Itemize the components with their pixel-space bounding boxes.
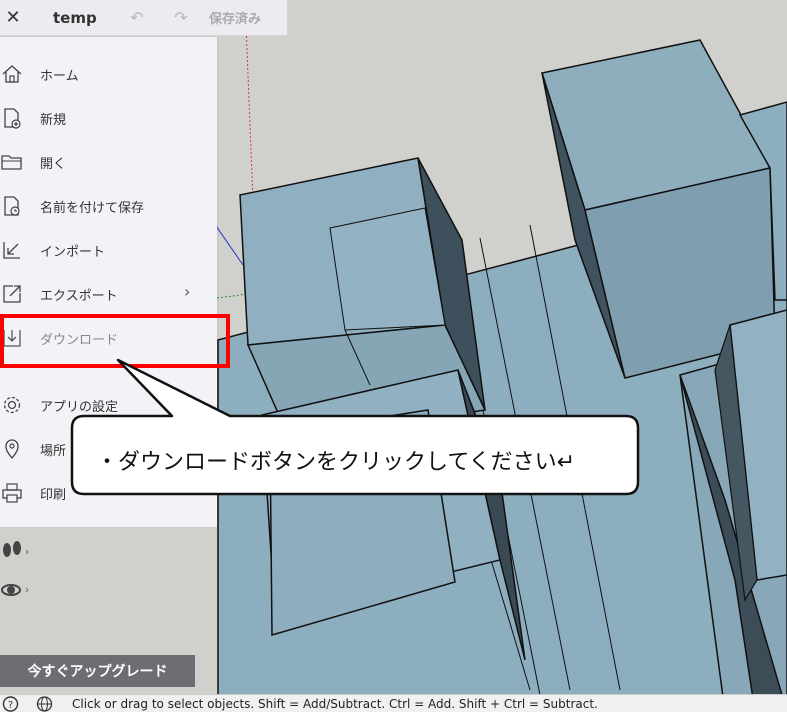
location-pin-icon bbox=[5, 439, 19, 459]
folder-open-icon bbox=[1, 155, 22, 170]
upgrade-now-button[interactable]: 今すぐアップグレード bbox=[0, 655, 195, 687]
menu-item-label: 印刷 bbox=[40, 488, 67, 503]
import-icon bbox=[3, 242, 20, 259]
globe-icon[interactable] bbox=[36, 695, 53, 712]
chevron-right-icon: › bbox=[184, 282, 191, 301]
menu-item-label: 新規 bbox=[40, 113, 67, 128]
left-toolbar bbox=[0, 530, 30, 610]
menu-item-open[interactable]: 開く bbox=[0, 146, 217, 176]
footprints-icon[interactable] bbox=[0, 538, 30, 564]
status-message: Click or drag to select objects. Shift =… bbox=[72, 697, 598, 711]
undo-icon[interactable]: ↶ bbox=[115, 8, 159, 27]
menu-item-label: 場所 bbox=[40, 444, 67, 459]
menu-item-save-as[interactable]: 名前を付けて保存 bbox=[0, 190, 217, 220]
save-status: 保存済み bbox=[209, 12, 262, 27]
home-icon bbox=[2, 65, 22, 83]
menu-item-print[interactable]: 印刷 bbox=[0, 477, 217, 507]
menu-item-label: 開く bbox=[40, 157, 67, 172]
redo-icon[interactable]: ↷ bbox=[159, 8, 203, 27]
top-bar: ✕ temp ↶ ↷ 保存済み bbox=[0, 0, 287, 36]
export-icon bbox=[3, 285, 21, 303]
orbit-icon[interactable] bbox=[0, 576, 30, 604]
download-highlight-box bbox=[0, 314, 230, 368]
new-file-icon bbox=[4, 108, 21, 129]
help-icon[interactable]: ? bbox=[2, 695, 19, 712]
menu-item-label: ホーム bbox=[40, 69, 79, 84]
menu-item-app-settings[interactable]: アプリの設定 bbox=[0, 389, 217, 419]
menu-item-home[interactable]: ホーム bbox=[0, 58, 217, 88]
status-bar: ? Click or drag to select objects. Shift… bbox=[0, 694, 787, 712]
close-icon[interactable]: ✕ bbox=[0, 7, 26, 28]
svg-text:?: ? bbox=[8, 700, 13, 711]
menu-item-export[interactable]: エクスポート › bbox=[0, 278, 217, 308]
menu-item-import[interactable]: インポート bbox=[0, 234, 217, 264]
document-title: temp bbox=[53, 8, 97, 27]
menu-item-label: アプリの設定 bbox=[40, 400, 119, 415]
gear-icon bbox=[3, 396, 21, 414]
printer-icon bbox=[2, 483, 22, 503]
menu-item-new[interactable]: 新規 bbox=[0, 102, 217, 132]
menu-item-label: インポート bbox=[40, 245, 106, 260]
menu-item-label: エクスポート bbox=[40, 289, 118, 304]
callout-text: ・ダウンロードボタンをクリックしてください↵ bbox=[96, 450, 576, 475]
menu-item-label: 名前を付けて保存 bbox=[40, 201, 145, 216]
save-as-icon bbox=[4, 196, 20, 216]
